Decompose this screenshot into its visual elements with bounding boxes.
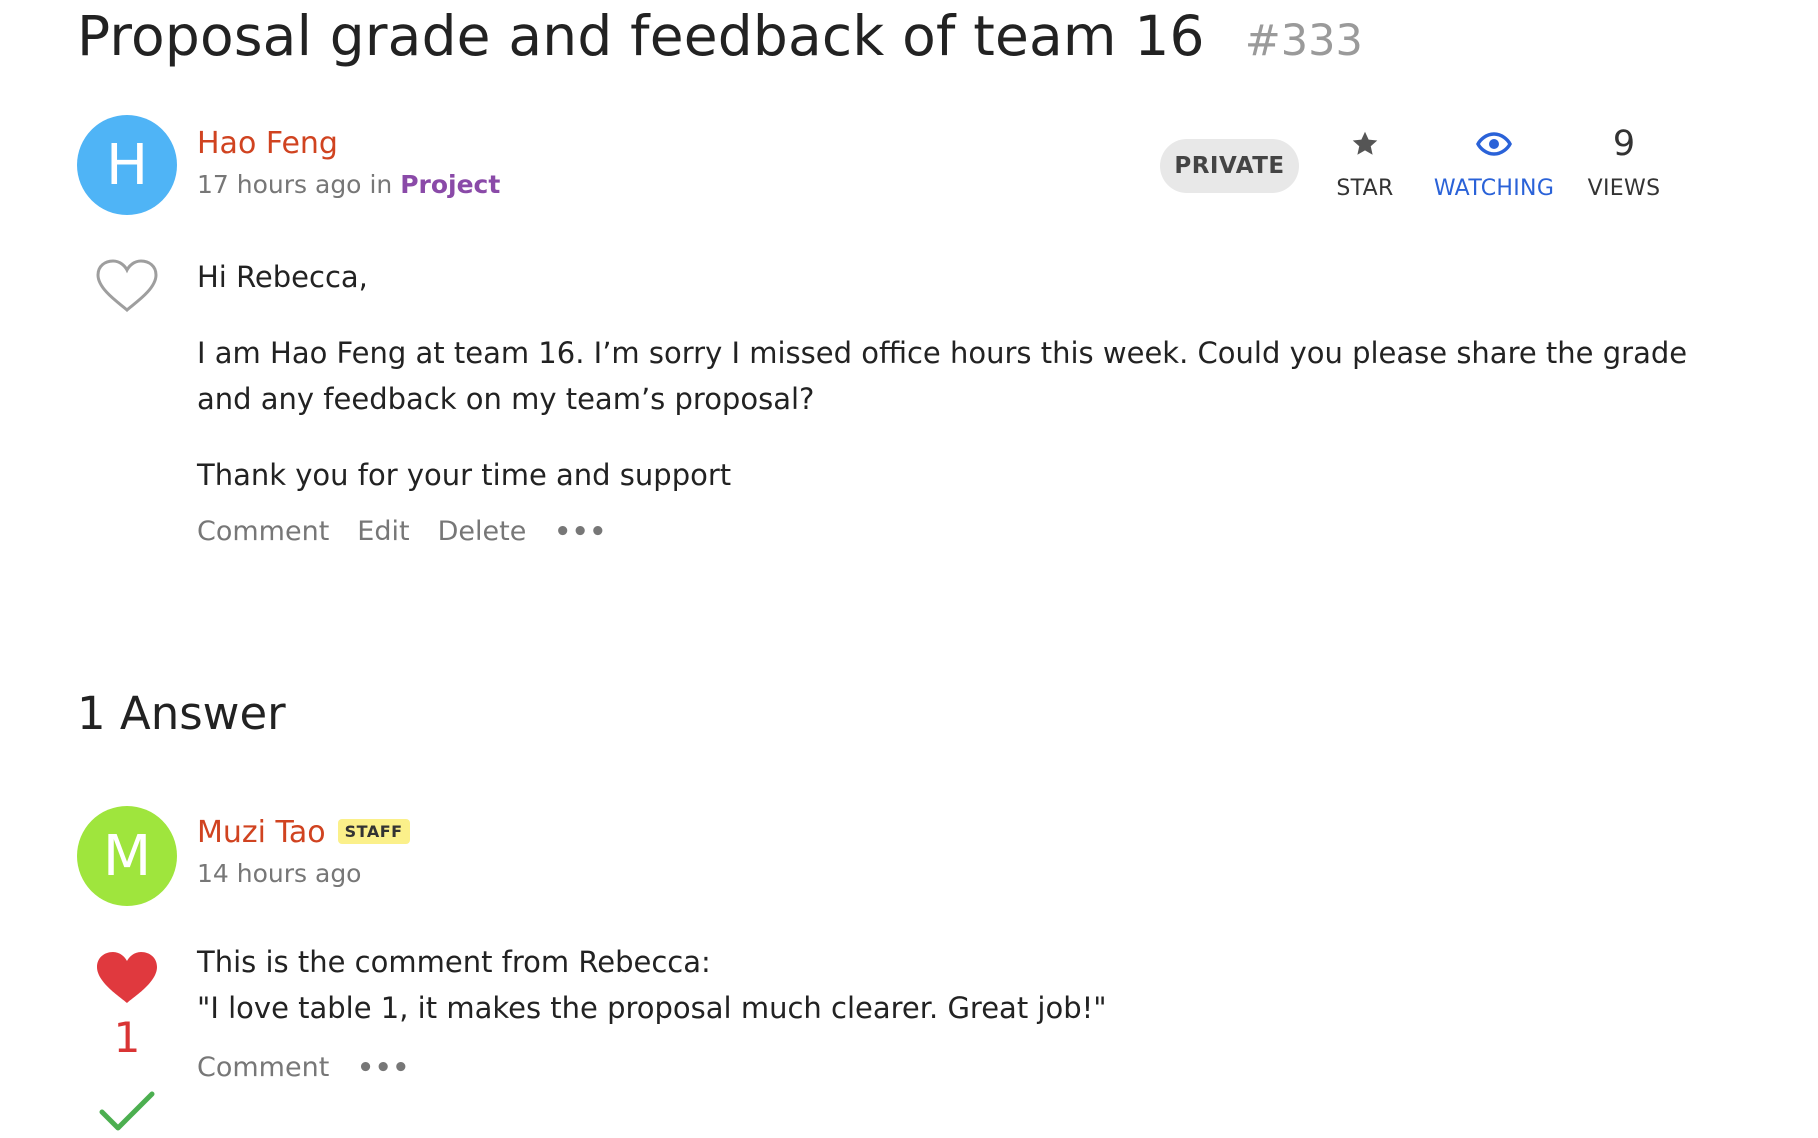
avatar-initial: M [102,823,152,889]
question-in-word: in [369,170,393,199]
answer-author-name[interactable]: Muzi Tao [197,815,326,850]
delete-link[interactable]: Delete [438,516,527,547]
star-button[interactable]: STAR [1300,126,1430,201]
views-label: VIEWS [1587,176,1661,201]
like-button[interactable] [94,258,160,314]
edit-link[interactable]: Edit [357,516,409,547]
question-paragraph: Thank you for your time and support [197,458,732,492]
answer-line: "I love table 1, it makes the proposal m… [197,991,1107,1025]
checkmark-icon [99,1091,155,1131]
like-count: 1 [113,1013,141,1062]
question-body: Hi Rebecca, [197,254,1707,300]
answer-author-avatar[interactable]: M [77,806,177,906]
avatar-initial: H [105,132,149,198]
question-author-avatar[interactable]: H [77,115,177,215]
watching-label: WATCHING [1433,176,1555,201]
question-actions: Comment Edit Delete ••• [197,516,607,547]
answer-comment-link[interactable]: Comment [197,1052,329,1083]
answer-author-row: Muzi Tao STAFF [197,815,410,850]
answer-body: This is the comment from Rebecca: "I lov… [197,939,1707,1031]
question-category-link[interactable]: Project [400,170,500,199]
star-icon [1300,126,1430,162]
question-time: 17 hours ago [197,170,362,199]
watching-button[interactable]: WATCHING [1429,126,1559,201]
views-stat: 9 VIEWS [1559,126,1689,201]
star-label: STAR [1336,176,1394,201]
question-body-closing: Thank you for your time and support [197,452,1707,498]
thread-number: #333 [1244,16,1363,66]
question-author-name[interactable]: Hao Feng [197,126,338,161]
views-count: 9 [1612,124,1636,164]
heart-filled-icon [97,952,157,1003]
more-options-icon[interactable]: ••• [554,517,607,547]
answer-time: 14 hours ago [197,859,362,888]
question-paragraph: Hi Rebecca, [197,260,368,294]
staff-badge: STAFF [337,819,410,844]
thread-header: Proposal grade and feedback of team 16 #… [77,4,1363,68]
accepted-answer-check [98,1090,156,1134]
answer-like-button[interactable] [94,950,160,1006]
eye-icon [1429,126,1559,162]
answers-heading: 1 Answer [77,687,286,740]
thread-page: Proposal grade and feedback of team 16 #… [0,0,1818,1134]
answer-actions: Comment ••• [197,1052,410,1083]
private-badge: PRIVATE [1160,139,1299,193]
answer-more-options-icon[interactable]: ••• [357,1053,410,1083]
comment-link[interactable]: Comment [197,516,329,547]
question-paragraph: I am Hao Feng at team 16. I’m sorry I mi… [197,336,1688,416]
thread-title: Proposal grade and feedback of team 16 [77,4,1205,68]
question-body-main: I am Hao Feng at team 16. I’m sorry I mi… [197,330,1707,422]
heart-outline-icon [96,259,158,313]
answer-line: This is the comment from Rebecca: [197,945,711,979]
question-meta: 17 hours ago in Project [197,170,500,199]
